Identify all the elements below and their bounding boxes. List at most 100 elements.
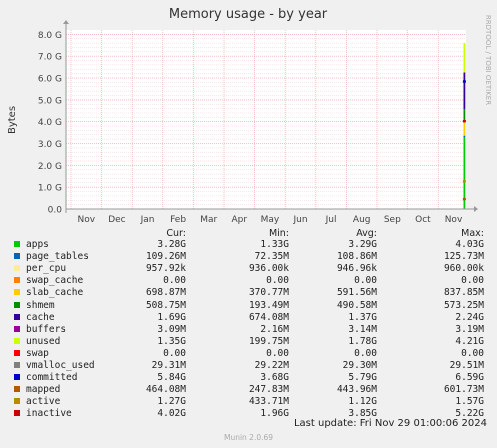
x-tick-label: Aug [353, 215, 371, 225]
legend-swatch [14, 374, 20, 381]
legend-min-value: 199.75M [248, 335, 289, 347]
stack-segment-slab_cache [463, 120, 466, 136]
legend-label: per_cpu [26, 263, 67, 275]
legend-swatch [14, 277, 20, 284]
legend-max-value: 2.24G [455, 311, 484, 323]
y-tick-label: 2.0 G [38, 162, 62, 172]
legend-min-value: 72.35M [254, 251, 289, 263]
legend-avg-value: 0.00 [354, 347, 377, 359]
legend-swatch [14, 410, 20, 417]
y-tick-label: 0.0 [48, 206, 63, 216]
y-tick-label: 3.0 G [38, 140, 62, 150]
legend-avg-value: 3.29G [348, 239, 377, 250]
legend-max-value: 125.73M [443, 251, 484, 263]
x-tick-label: May [261, 215, 280, 225]
y-axis-label: Bytes [7, 106, 18, 134]
legend-swatch [14, 398, 20, 405]
legend-item-buffers: buffers 3.09M 2.16M 3.14M 3.19M [12, 324, 492, 336]
legend-label: inactive [26, 408, 72, 420]
legend-min-value: 193.49M [248, 299, 289, 311]
x-tick-label: Dec [108, 215, 125, 225]
legend-swatch [14, 362, 20, 368]
y-axis-arrow [63, 20, 69, 24]
legend-cur-value: 464.08M [145, 384, 186, 396]
legend-item-mapped: mapped 464.08M 247.83M 443.96M 601.73M [12, 384, 492, 396]
legend-swatch [14, 289, 20, 296]
legend-min-value: 29.22M [254, 360, 289, 371]
last-update: Last update: Fri Nov 29 01:00:06 2024 [293, 418, 487, 429]
legend-max-value: 1.57G [455, 396, 484, 408]
y-tick-label: 1.0 G [38, 184, 62, 194]
x-tick-label: Jun [292, 215, 307, 225]
legend-swatch [14, 325, 20, 332]
legend-min-value: 1.33G [260, 239, 289, 250]
line-point-mapped [462, 197, 466, 201]
legend-min-value: 0.00 [266, 275, 289, 287]
legend-avg-value: 3.14M [348, 323, 377, 335]
legend-label: active [26, 396, 61, 408]
y-tick-label: 5.0 G [38, 96, 62, 106]
legend-swatch [14, 265, 20, 272]
legend-label: apps [26, 239, 49, 250]
legend-item-swap_cache: swap_cache 0.00 0.00 0.00 0.00 [12, 275, 492, 287]
rrdtool-label: RRDTOOL / TOBI OETIKER [484, 15, 492, 105]
legend-min-value: 433.71M [248, 396, 289, 408]
y-tick-label: 7.0 G [38, 53, 62, 63]
legend-min-value: 674.08M [248, 311, 289, 323]
legend-max-value: 0.00 [461, 347, 484, 359]
legend-swatch [14, 349, 20, 356]
legend-label: committed [26, 372, 78, 384]
legend-swatch [14, 313, 20, 320]
x-tick-label: Nov [78, 215, 96, 225]
legend-header-cur: Cur: [166, 228, 186, 239]
legend-min-value: 247.83M [248, 384, 289, 396]
legend-cur-value: 0.00 [163, 275, 186, 287]
x-tick-label: Apr [232, 215, 248, 225]
legend-header-max: Max: [461, 228, 484, 239]
x-tick-label: Sep [384, 215, 401, 225]
legend-item-slab_cache: slab_cache 698.87M 370.77M 591.56M 837.85M [12, 287, 492, 299]
legend-avg-value: 591.56M [336, 287, 377, 299]
legend-cur-value: 109.26M [145, 251, 186, 263]
munin-version: Munin 2.0.69 [223, 433, 274, 442]
legend-cur-value: 3.09M [157, 323, 186, 335]
legend-cur-value: 3.28G [157, 239, 186, 250]
legend-item-cache: cache 1.69G 674.08M 1.37G 2.24G [12, 312, 492, 324]
legend-label: cache [26, 311, 55, 323]
legend-max-value: 0.00 [461, 275, 484, 287]
stack-segment-unused [463, 42, 466, 73]
legend-item-swap: swap 0.00 0.00 0.00 0.00 [12, 348, 492, 360]
legend-swatch [14, 301, 20, 308]
legend-label: buffers [26, 323, 67, 335]
legend-cur-value: 1.35G [157, 335, 186, 347]
legend-label: shmem [26, 299, 55, 311]
legend-max-value: 4.03G [455, 239, 484, 250]
stack-segment-cache [463, 72, 466, 110]
legend-cur-value: 4.02G [157, 408, 186, 420]
legend-avg-value: 1.37G [348, 311, 377, 323]
legend-cur-value: 698.87M [145, 287, 186, 299]
legend-max-value: 573.25M [443, 299, 484, 311]
legend-label: swap_cache [26, 275, 84, 287]
legend-item-shmem: shmem 508.75M 193.49M 490.58M 573.25M [12, 300, 492, 312]
y-tick-label: 8.0 G [38, 31, 62, 41]
legend-max-value: 6.59G [455, 372, 484, 384]
legend-item-committed: committed 5.84G 3.68G 5.79G 6.59G [12, 372, 492, 384]
legend-header-min: Min: [268, 228, 289, 239]
legend-min-value: 0.00 [266, 347, 289, 359]
legend-min-value: 370.77M [248, 287, 289, 299]
y-tick-label: 6.0 G [38, 75, 62, 85]
legend-max-value: 3.19M [455, 323, 484, 335]
stack-segment-per_cpu [463, 135, 466, 136]
legend-cur-value: 1.27G [157, 396, 186, 408]
legend-avg-value: 29.30M [342, 360, 377, 371]
legend-max-value: 960.00k [443, 263, 484, 275]
y-tick-label: 4.0 G [38, 118, 62, 128]
legend-avg-value: 490.58M [336, 299, 377, 311]
legend-avg-value: 1.12G [348, 396, 377, 408]
plot-area [66, 30, 466, 209]
legend-avg-value: 1.78G [348, 335, 377, 347]
legend-label: mapped [26, 384, 61, 396]
x-tick-label: Mar [200, 215, 217, 225]
stack-segment-shmem [463, 109, 466, 121]
